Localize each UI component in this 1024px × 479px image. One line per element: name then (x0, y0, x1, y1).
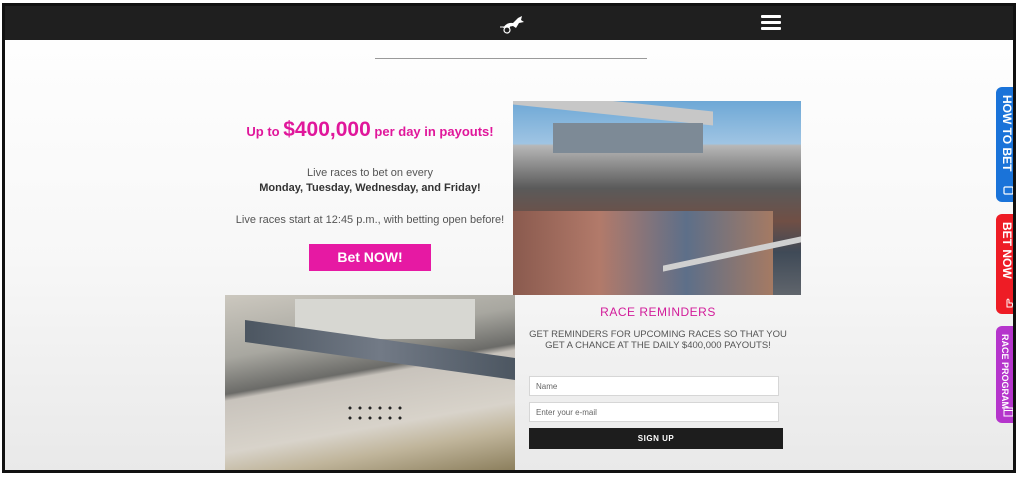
payout-amount: $400,000 (283, 118, 371, 141)
race-start-time: Live races start at 12:45 p.m., with bet… (235, 214, 505, 226)
menu-line (761, 21, 781, 24)
payout-suffix: per day in payouts! (370, 124, 494, 139)
name-input[interactable] (529, 376, 779, 396)
how-to-bet-tab[interactable]: HOW TO BET (996, 87, 1014, 202)
race-reminders-title: RACE REMINDERS (600, 305, 716, 319)
race-program-tab[interactable]: RACE PROGRAM (996, 326, 1013, 423)
sign-up-button[interactable]: SIGN UP (529, 428, 783, 449)
page-frame: Up to $400,000 per day in payouts! Live … (2, 3, 1016, 473)
grandstand-crowd-photo (513, 101, 801, 295)
payout-headline: Up to $400,000 per day in payouts! (225, 118, 515, 142)
grandstand-roof (513, 101, 713, 126)
race-days-line: Monday, Tuesday, Wednesday, and Friday! (259, 182, 481, 194)
race-reminders-description: GET REMINDERS FOR UPCOMING RACES SO THAT… (529, 329, 787, 351)
menu-line (761, 27, 781, 30)
live-races-line: Live races to bet on every (307, 167, 433, 179)
tap-hand-icon (1006, 298, 1013, 308)
calendar-icon (1003, 407, 1013, 417)
payout-prefix: Up to (246, 124, 284, 139)
race-days-text: Live races to bet on every Monday, Tuesd… (225, 166, 515, 196)
bet-now-tab-label: BET NOW (1000, 222, 1014, 279)
hero-promo: Up to $400,000 per day in payouts! Live … (225, 118, 515, 271)
hamburger-menu-button[interactable] (761, 15, 781, 31)
section-divider (375, 58, 647, 59)
menu-line (761, 15, 781, 18)
horse-logo-icon[interactable] (499, 12, 527, 34)
ticket-icon (1003, 186, 1013, 195)
race-reminders-section: RACE REMINDERS GET REMINDERS FOR UPCOMIN… (525, 305, 791, 351)
grandstand-windows (553, 123, 703, 153)
aerial-racetrack-photo (225, 295, 515, 470)
email-input[interactable] (529, 402, 779, 422)
horses-on-track (345, 403, 405, 423)
bet-now-tab[interactable]: BET NOW (996, 214, 1014, 314)
how-to-bet-label: HOW TO BET (1000, 95, 1014, 172)
bet-now-button[interactable]: Bet NOW! (309, 244, 431, 271)
top-navigation-bar (5, 6, 1013, 40)
race-program-label: RACE PROGRAM (1000, 334, 1010, 410)
